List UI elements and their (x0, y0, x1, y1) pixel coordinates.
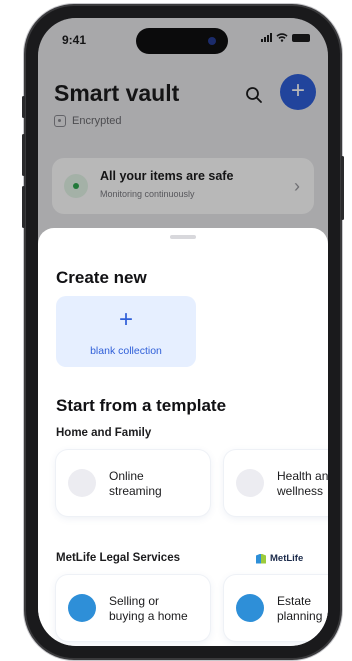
template-icon (68, 594, 96, 622)
plus-icon: + (118, 306, 133, 333)
blank-collection-label: blank collection (90, 345, 162, 357)
create-sheet: Create new + blank collection Start from… (38, 228, 328, 646)
dynamic-island (136, 28, 228, 54)
metlife-logo: MetLife (256, 553, 303, 564)
section-label-metlife-legal: MetLife Legal Services (56, 552, 180, 564)
template-card-label: Health and wellness (277, 469, 328, 498)
camera-icon (208, 37, 216, 45)
template-icon (236, 469, 264, 497)
create-new-title: Create new (56, 268, 147, 287)
template-card-label: Estate planning (277, 594, 323, 623)
sheet-grabber[interactable] (170, 235, 196, 239)
template-card-selling-buying-home[interactable]: Selling or buying a home (56, 575, 210, 641)
phone-frame: 9:41 Smart vault + Encrypted All your it… (22, 6, 344, 658)
screen: 9:41 Smart vault + Encrypted All your it… (38, 18, 328, 646)
template-section-title: Start from a template (56, 396, 227, 415)
volume-down-button (22, 186, 25, 228)
power-button (341, 156, 344, 220)
template-icon (68, 469, 96, 497)
template-card-online-streaming[interactable]: Online streaming (56, 450, 210, 516)
template-card-health-wellness[interactable]: Health and wellness (224, 450, 328, 516)
metlife-brand-label: MetLife (270, 553, 304, 564)
template-card-label: Online streaming (109, 469, 162, 498)
metlife-logo-icon (256, 553, 267, 564)
action-button (22, 96, 25, 118)
volume-up-button (22, 134, 25, 176)
template-card-label: Selling or buying a home (109, 594, 188, 623)
blank-collection-button[interactable]: + blank collection (56, 296, 196, 367)
section-label-home-family: Home and Family (56, 427, 152, 439)
template-card-estate-planning[interactable]: Estate planning (224, 575, 328, 641)
template-icon (236, 594, 264, 622)
